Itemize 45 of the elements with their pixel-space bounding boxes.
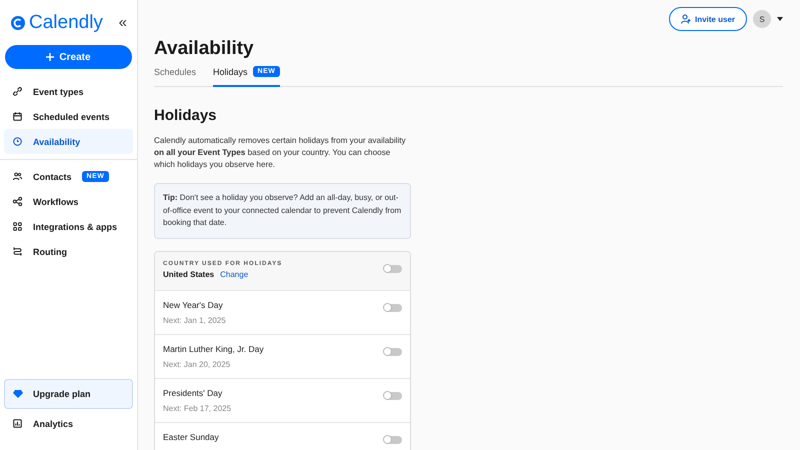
share-icon	[12, 196, 23, 207]
toggle-switch[interactable]	[384, 348, 402, 356]
tab[interactable]: Schedules	[154, 66, 196, 87]
people-icon	[12, 171, 23, 182]
section-title: Holidays	[154, 107, 218, 124]
holiday-name: Easter Sunday	[163, 432, 219, 442]
page-title: Availability	[154, 38, 255, 61]
holiday-name: New Year's Day	[163, 300, 224, 310]
logo-text: Calendly	[29, 12, 103, 34]
link-icon	[12, 86, 23, 97]
route-icon	[12, 246, 23, 257]
sidebar-item[interactable]: Workflows	[4, 189, 133, 214]
sidebar-item[interactable]: Availability	[4, 129, 133, 154]
sidebar-item[interactable]: Analytics	[4, 411, 133, 436]
change-link[interactable]: Change	[220, 270, 248, 278]
grid-icon	[12, 221, 23, 232]
sidebar-item[interactable]: Integrations & apps	[4, 214, 133, 239]
toggle-switch[interactable]	[384, 436, 402, 444]
sidebar-item[interactable]: Event types	[4, 79, 133, 104]
clock-icon	[12, 136, 23, 147]
create-button[interactable]: Create	[5, 45, 132, 69]
caret-icon[interactable]	[777, 17, 783, 21]
toggle-switch[interactable]	[384, 264, 402, 272]
upgrade-plan-button[interactable]: Upgrade plan	[4, 379, 133, 409]
toggle-switch[interactable]	[384, 392, 402, 400]
invite-user-button[interactable]: Invite user	[668, 7, 747, 31]
avatar[interactable]: S	[753, 10, 771, 28]
chart-icon	[12, 418, 23, 429]
add-user-icon	[680, 14, 691, 24]
collapse-button[interactable]: «	[118, 14, 127, 31]
toggle-switch[interactable]	[384, 304, 402, 312]
holiday-name: Presidents' Day	[163, 388, 224, 398]
holiday-name: Martin Luther King, Jr. Day	[163, 344, 264, 354]
calendar-icon	[12, 111, 23, 122]
country-value: United States	[163, 270, 214, 278]
sidebar-item[interactable]: Scheduled events	[4, 104, 133, 129]
diamond-icon	[13, 389, 23, 399]
tip-box: Tip: Don't see a holiday you observe? Add an all-day, busy, or out-of-office event to your connected calendar to prevent Calendly from booking that date.	[154, 183, 411, 238]
logo-icon	[10, 14, 26, 30]
sidebar-item[interactable]: Routing	[4, 239, 133, 264]
next-date: Next: Jan 20, 2025	[163, 360, 232, 368]
description-text: Calendly automatically removes certain holidays from your availability on all your Event Types based on your country. You can choose which holidays you observe here.	[154, 135, 407, 171]
plus-icon	[46, 53, 54, 61]
next-date: Next: Feb 17, 2025	[163, 404, 232, 412]
next-date: Next: Jan 1, 2025	[163, 316, 226, 324]
